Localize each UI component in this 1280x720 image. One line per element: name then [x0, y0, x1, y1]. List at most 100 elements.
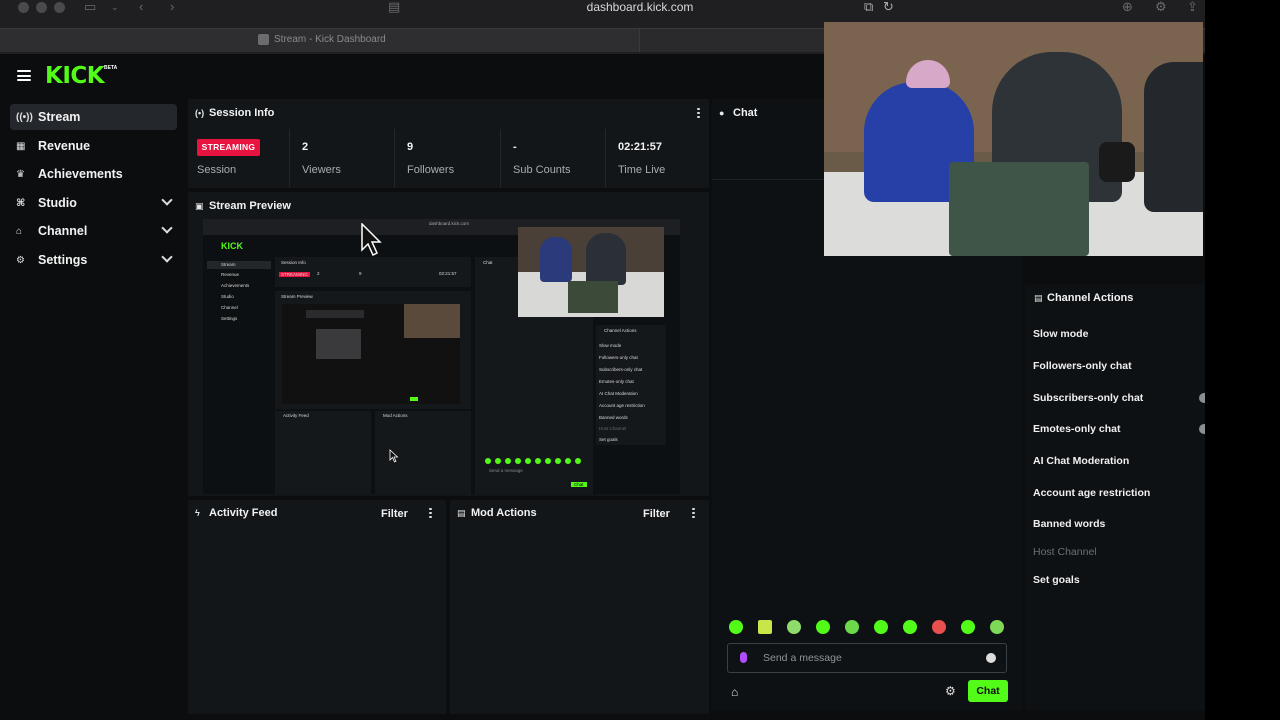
- preview-emote: [505, 458, 511, 464]
- emote-button[interactable]: [961, 620, 975, 634]
- preview-mod-title: Mod Actions: [383, 413, 408, 418]
- chat-bubble-icon: ●: [719, 108, 725, 118]
- more-options-icon[interactable]: [429, 508, 432, 518]
- reload-icon[interactable]: ↻: [883, 0, 894, 14]
- emote-button[interactable]: [816, 620, 830, 634]
- clipboard-icon: ▤: [457, 507, 466, 518]
- activity-feed-panel: ϟ Activity Feed Filter: [188, 500, 446, 714]
- preview-emote: [515, 458, 521, 464]
- nested-camera: [404, 304, 460, 338]
- emoji-icon[interactable]: [986, 653, 996, 663]
- chat-input-placeholder: Send a message: [763, 652, 842, 664]
- person-right: [1144, 62, 1203, 212]
- preview-ca-item: Host Channel: [599, 426, 627, 431]
- preview-logo: KICK: [221, 241, 243, 251]
- forward-button[interactable]: ›: [170, 0, 174, 14]
- filter-button[interactable]: Filter: [381, 508, 408, 520]
- preview-camera: [518, 227, 664, 317]
- followers-only-toggle[interactable]: Followers-only chat: [1033, 360, 1132, 372]
- panel-title: Stream Preview: [209, 200, 291, 212]
- download-icon[interactable]: ⊕: [1122, 0, 1133, 14]
- preview-chat-title: Chat: [483, 260, 493, 265]
- page-icon: ▤: [388, 0, 401, 14]
- sidebar-item-settings[interactable]: ⚙ Settings: [10, 247, 177, 273]
- browser-tab[interactable]: Stream - Kick Dashboard: [0, 29, 640, 52]
- sidebar-item-channel[interactable]: ⌂ Channel: [10, 218, 177, 244]
- gear-icon[interactable]: ⚙: [945, 684, 956, 698]
- mod-actions-panel: ▤ Mod Actions Filter: [450, 500, 709, 714]
- preview-activity-title: Activity Feed: [283, 413, 309, 418]
- subscribers-only-switch[interactable]: [1199, 393, 1205, 403]
- kick-logo[interactable]: KICK: [45, 63, 105, 89]
- preview-activity-panel: Activity Feed: [275, 411, 371, 494]
- preview-emote: [555, 458, 561, 464]
- banned-words-button[interactable]: Banned words: [1033, 518, 1105, 530]
- emote-button[interactable]: [932, 620, 946, 634]
- sidebar-item-label: Stream: [38, 110, 81, 124]
- sidebar-item-studio[interactable]: ⌘ Studio: [10, 190, 177, 216]
- sidebar-item-stream[interactable]: ((•)) Stream: [10, 104, 177, 130]
- nested-chat-button: [410, 397, 418, 401]
- emotes-only-toggle[interactable]: Emotes-only chat: [1033, 423, 1121, 435]
- emote-button[interactable]: [787, 620, 801, 634]
- preview-emote: [535, 458, 541, 464]
- microphone: [1099, 142, 1135, 182]
- chevron-down-icon[interactable]: ⌄: [111, 0, 119, 14]
- preview-emote: [565, 458, 571, 464]
- sidebar-item-revenue[interactable]: ▦ Revenue: [10, 133, 177, 159]
- preview-followers: 9: [359, 271, 362, 276]
- ai-moderation-toggle[interactable]: AI Chat Moderation: [1033, 455, 1129, 467]
- address-bar[interactable]: dashboard.kick.com: [540, 0, 740, 14]
- minimize-window-button[interactable]: [36, 2, 47, 13]
- emote-button[interactable]: [874, 620, 888, 634]
- emote-button[interactable]: [758, 620, 772, 634]
- mouse-cursor-icon: [361, 223, 382, 257]
- send-chat-button[interactable]: Chat: [968, 680, 1008, 702]
- emote-button[interactable]: [845, 620, 859, 634]
- gear-icon[interactable]: ⚙: [1155, 0, 1167, 14]
- sidebar-item-label: Channel: [38, 224, 88, 238]
- preview-laptop: [568, 281, 618, 313]
- emote-button[interactable]: [729, 620, 743, 634]
- preview-emote: [495, 458, 501, 464]
- chevron-down-icon: [161, 222, 173, 234]
- more-options-icon[interactable]: [697, 108, 700, 118]
- account-age-restriction-toggle[interactable]: Account age restriction: [1033, 487, 1150, 499]
- preview-nav-item: Studio: [221, 294, 234, 299]
- stream-preview-header: ▣ Stream Preview: [188, 192, 709, 220]
- sidebar-item-achievements[interactable]: ♛ Achievements: [10, 161, 177, 187]
- slow-mode-toggle[interactable]: Slow mode: [1033, 328, 1088, 340]
- sidebar-item-label: Studio: [38, 196, 77, 210]
- store-icon[interactable]: ⌂: [731, 685, 738, 699]
- preview-channel-actions: Channel Actions Slow mode Followers-only…: [596, 325, 666, 445]
- share-icon[interactable]: ⇪: [1187, 0, 1198, 14]
- sidebar-toggle-icon[interactable]: ▭: [84, 0, 96, 14]
- kick-favicon-icon: [258, 34, 269, 45]
- emote-button[interactable]: [990, 620, 1004, 634]
- close-window-button[interactable]: [18, 2, 29, 13]
- zoom-window-button[interactable]: [54, 2, 65, 13]
- stream-preview-video[interactable]: dashboard.kick.com KICK Stream Revenue A…: [203, 219, 680, 494]
- preview-chat-placeholder: Send a message: [489, 468, 523, 473]
- back-button[interactable]: ‹: [139, 0, 143, 14]
- stat-label: Followers: [407, 164, 455, 176]
- beta-badge: BETA: [104, 65, 118, 71]
- nested-bar: [306, 310, 364, 318]
- more-options-icon[interactable]: [692, 508, 695, 518]
- set-goals-button[interactable]: Set goals: [1033, 574, 1080, 586]
- emote-button[interactable]: [903, 620, 917, 634]
- lightning-icon: ϟ: [195, 508, 200, 518]
- channel-actions-header: ▤ Channel Actions: [1025, 284, 1205, 312]
- filter-button[interactable]: Filter: [643, 508, 670, 520]
- menu-icon[interactable]: [17, 70, 31, 81]
- chat-input[interactable]: Send a message: [727, 643, 1007, 673]
- microphone-icon[interactable]: [740, 652, 747, 663]
- emotes-only-switch[interactable]: [1199, 424, 1205, 434]
- gear-icon: ⚙: [16, 254, 25, 266]
- preview-time: 02:21:57: [439, 271, 457, 276]
- subscribers-only-toggle[interactable]: Subscribers-only chat: [1033, 392, 1143, 404]
- preview-nav-item: Settings: [221, 316, 238, 321]
- preview-ca-item: Followers-only chat: [599, 355, 638, 360]
- translate-icon[interactable]: ⧉: [864, 0, 873, 14]
- studio-icon: ⌘: [16, 197, 26, 209]
